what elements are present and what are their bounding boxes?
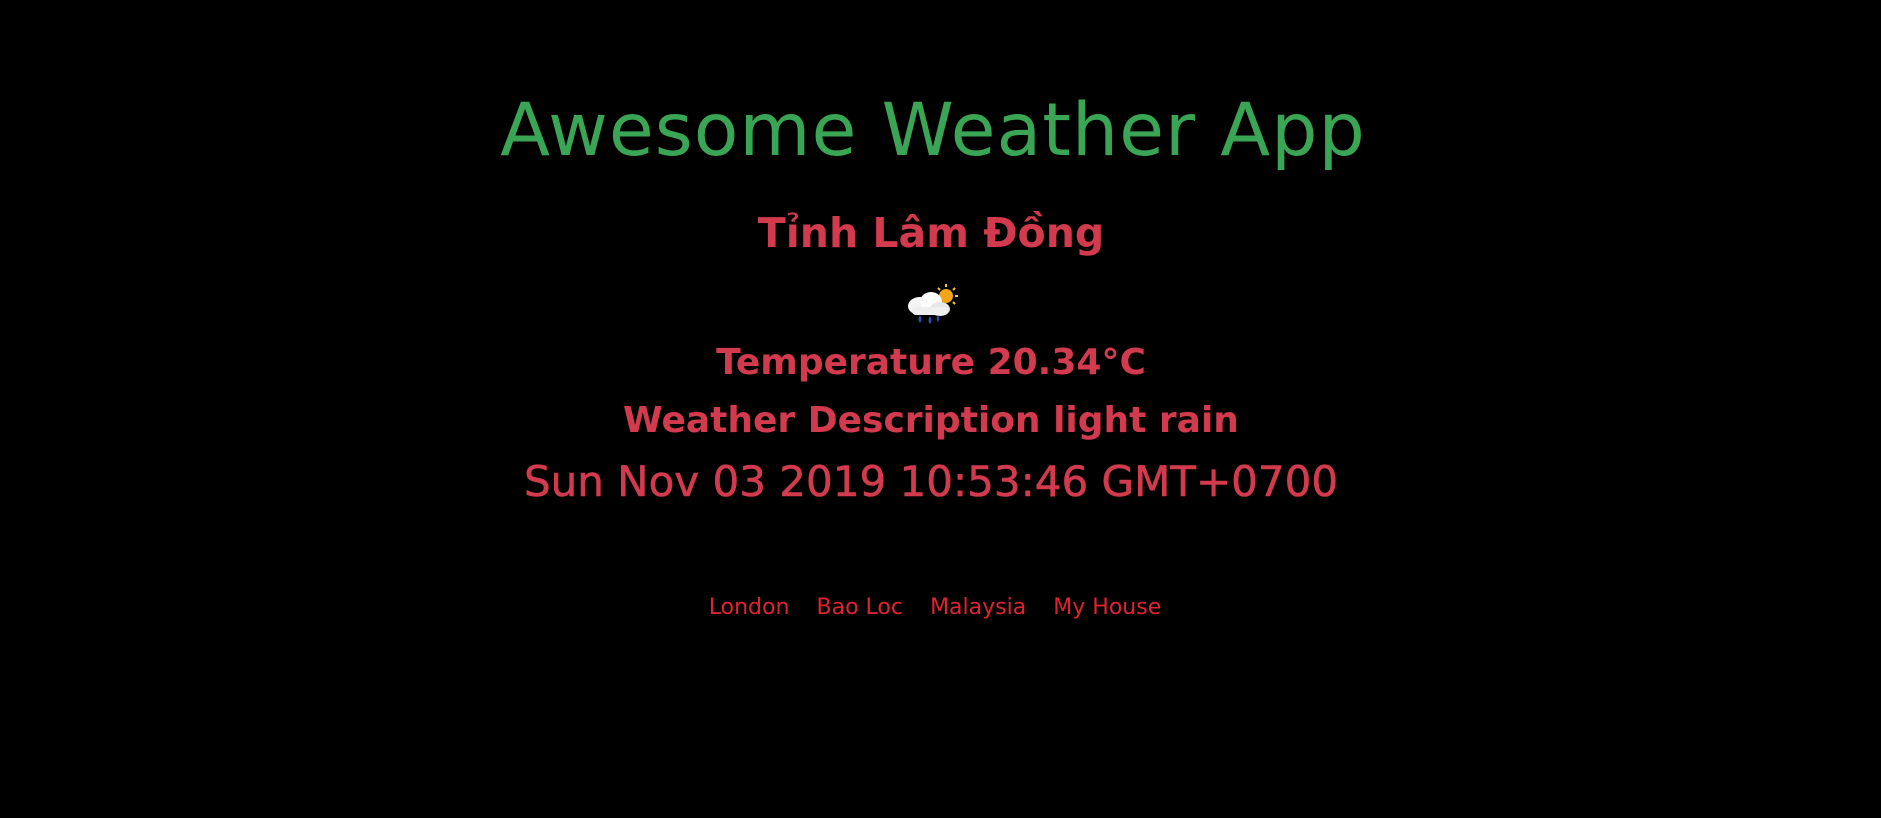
city-nav: London Bao Loc Malaysia My House [0, 594, 1870, 622]
rain-drops-icon [918, 315, 940, 324]
weather-description-text: Weather Description light rain [623, 400, 1239, 441]
cloud-rain-sun-icon [908, 284, 958, 324]
nav-link-london[interactable]: London [709, 594, 790, 622]
app-title: Awesome Weather App [500, 88, 1366, 173]
location-name: Tỉnh Lâm Đồng [757, 209, 1105, 257]
datetime-text: Sun Nov 03 2019 10:53:46 GMT+0700 [523, 457, 1339, 507]
temperature-text: Temperature 20.34°C [716, 342, 1146, 383]
nav-link-my-house[interactable]: My House [1053, 594, 1161, 622]
nav-link-bao-loc[interactable]: Bao Loc [817, 594, 903, 622]
weather-app: Awesome Weather App Tỉnh Lâm Đồng Temper… [0, 0, 1881, 818]
nav-link-malaysia[interactable]: Malaysia [930, 594, 1026, 622]
